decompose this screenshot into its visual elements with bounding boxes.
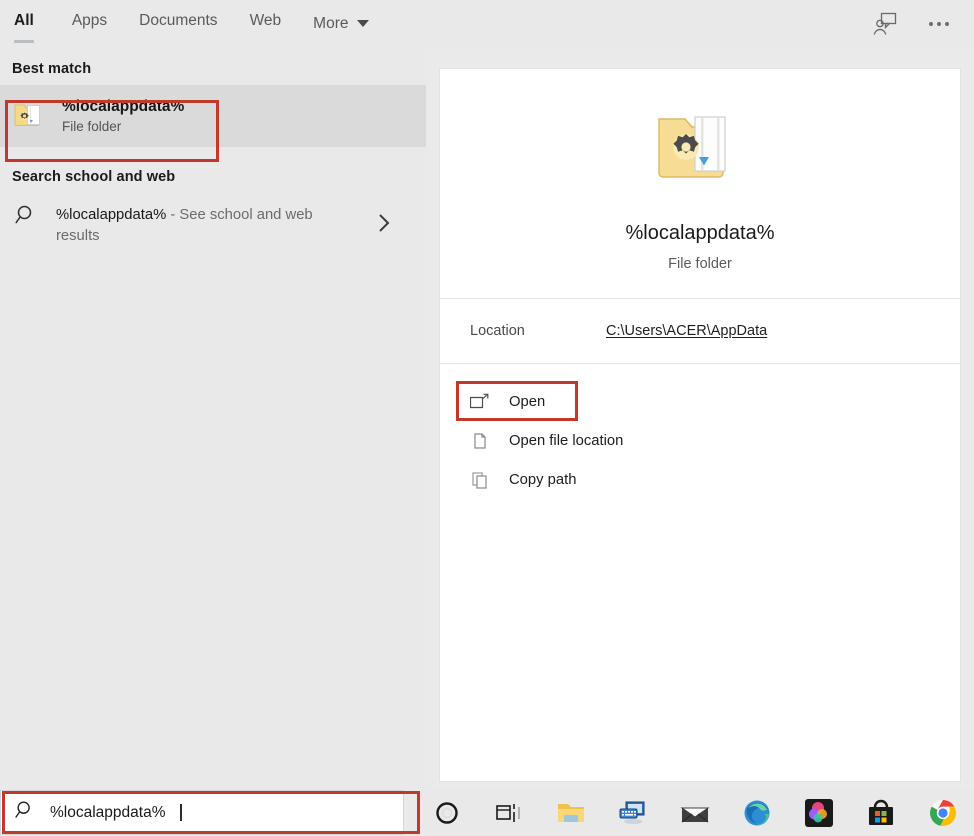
folder-settings-large-icon (651, 103, 749, 196)
taskbar-item-chrome[interactable] (912, 789, 974, 836)
taskbar-item-cortana[interactable] (416, 789, 478, 836)
text-cursor (180, 804, 182, 821)
preview-actions: Open Open file location Copy path (440, 364, 960, 499)
web-search-heading: Search school and web (12, 169, 176, 185)
taskbar-item-edge[interactable] (726, 789, 788, 836)
best-match-subtitle: File folder (62, 118, 122, 134)
best-match-text: %localappdata% File folder (62, 98, 184, 134)
taskbar-item-figma[interactable] (788, 789, 850, 836)
preview-subtitle: File folder (668, 256, 732, 272)
taskbar-item-microsoft-store[interactable] (850, 789, 912, 836)
header-actions (870, 0, 974, 47)
chevron-down-icon (357, 20, 370, 27)
ellipsis-icon (929, 21, 949, 26)
tab-all-label: All (14, 12, 34, 29)
tab-web-label: Web (249, 12, 282, 29)
windows-search-overlay: All Apps Documents Web More Best match %… (0, 0, 974, 836)
folder-settings-icon (12, 97, 46, 136)
tab-web[interactable]: Web (234, 0, 298, 47)
tab-all[interactable]: All (14, 0, 56, 47)
cortana-icon (436, 801, 458, 824)
location-row: Location C:\Users\ACER\AppData (440, 299, 960, 363)
open-file-location-icon (470, 431, 490, 451)
best-match-heading: Best match (12, 61, 92, 77)
tab-documents-label: Documents (139, 12, 218, 29)
preview-panel: %localappdata% File folder Location C:\U… (440, 69, 960, 781)
more-options-button[interactable] (924, 9, 954, 39)
taskbar-icons (404, 789, 974, 836)
web-search-query: %localappdata% (56, 207, 167, 223)
copy-path-icon (470, 470, 490, 490)
preview-title: %localappdata% (625, 222, 775, 244)
taskbar-item-task-view[interactable] (478, 789, 540, 836)
action-open[interactable]: Open (440, 382, 960, 421)
action-open-label: Open (509, 393, 546, 410)
search-icon (14, 203, 38, 232)
taskbar-item-file-explorer[interactable] (540, 789, 602, 836)
tab-more-label: More (313, 14, 349, 32)
mail-icon (680, 807, 710, 822)
location-label: Location (470, 323, 525, 339)
taskbar-search-box[interactable]: %localappdata% (0, 790, 420, 835)
search-icon (14, 799, 36, 826)
action-open-file-location[interactable]: Open file location (440, 421, 960, 460)
action-copy-path[interactable]: Copy path (440, 460, 960, 499)
taskbar-bar: %localappdata% (0, 789, 974, 836)
figma-icon (805, 798, 833, 827)
action-copy-path-label: Copy path (509, 471, 577, 488)
taskbar-item-mail[interactable] (664, 789, 726, 836)
search-input-value: %localappdata% (50, 803, 166, 821)
open-external-icon (470, 392, 490, 412)
search-filter-tabs: All Apps Documents Web More (0, 0, 385, 47)
typing-tutor-icon (619, 801, 645, 824)
tab-documents[interactable]: Documents (123, 0, 233, 47)
tab-apps[interactable]: Apps (56, 0, 123, 47)
search-results-column: Best match %localappdata% File folder Se (0, 47, 426, 789)
file-explorer-icon (558, 803, 584, 822)
edge-icon (744, 800, 770, 825)
tab-apps-label: Apps (71, 12, 108, 29)
taskbar-item-typing-app[interactable] (602, 789, 664, 836)
tab-more[interactable]: More (297, 0, 385, 47)
task-view-icon (496, 803, 520, 822)
location-link[interactable]: C:\Users\ACER\AppData (606, 323, 767, 339)
best-match-title: %localappdata% (62, 97, 185, 115)
chrome-icon (930, 799, 956, 826)
feedback-person-icon (873, 12, 897, 35)
chevron-right-icon[interactable] (377, 212, 414, 239)
search-header: All Apps Documents Web More (0, 0, 974, 47)
web-search-result[interactable]: %localappdata% - See school and web resu… (0, 193, 426, 258)
feedback-button[interactable] (870, 9, 900, 39)
preview-hero: %localappdata% File folder (440, 69, 960, 298)
action-open-file-location-label: Open file location (509, 432, 624, 449)
web-search-label: %localappdata% - See school and web resu… (56, 203, 359, 248)
microsoft-store-icon (869, 799, 893, 825)
best-match-result[interactable]: %localappdata% File folder (0, 85, 426, 147)
